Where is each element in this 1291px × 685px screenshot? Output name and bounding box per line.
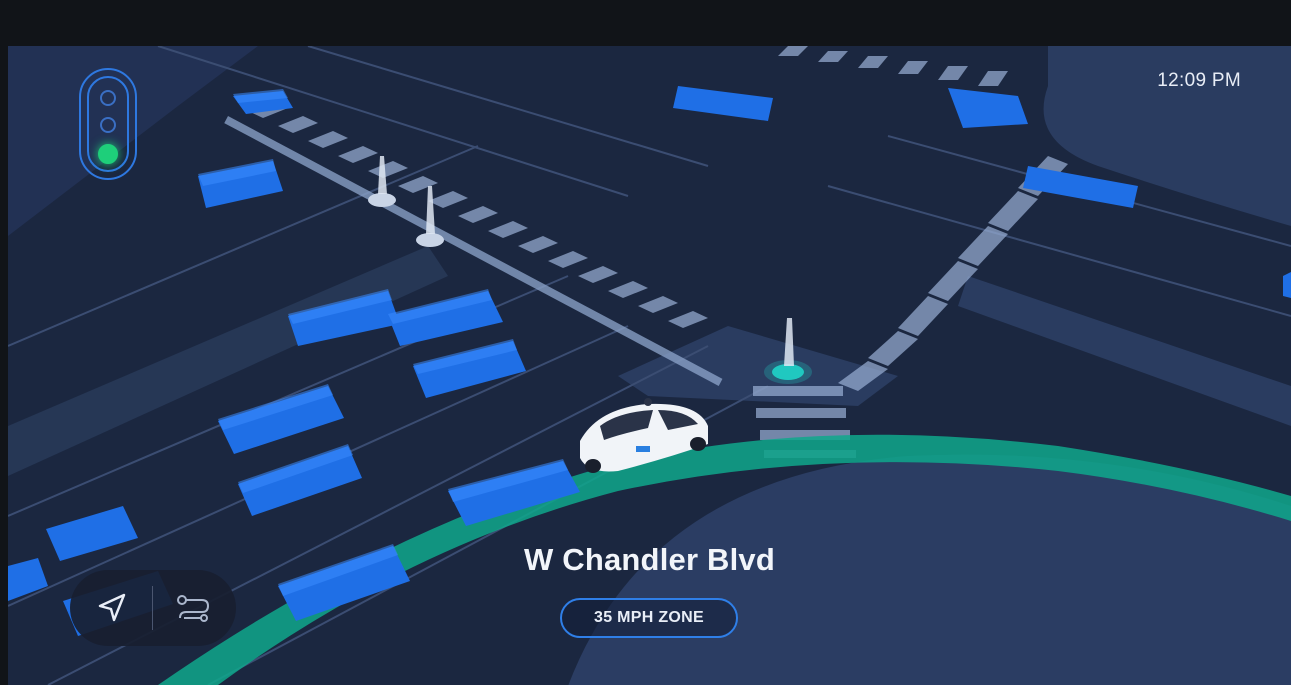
traffic-signal-indicator [79,68,137,180]
navigation-arrow-icon [98,593,126,622]
recenter-button[interactable] [72,570,152,646]
speed-zone-badge: 35 MPH ZONE [560,598,738,638]
controls-divider [152,586,153,630]
map-screen: 12:09 PM W Chandler Blvd 35 MPH ZONE [8,46,1291,685]
map-controls [70,570,236,646]
route-options-button[interactable] [154,570,234,646]
yellow-light-icon [100,117,116,133]
green-light-icon [98,144,118,164]
red-light-icon [100,90,116,106]
clock: 12:09 PM [1157,70,1241,91]
route-options-icon [177,595,210,622]
